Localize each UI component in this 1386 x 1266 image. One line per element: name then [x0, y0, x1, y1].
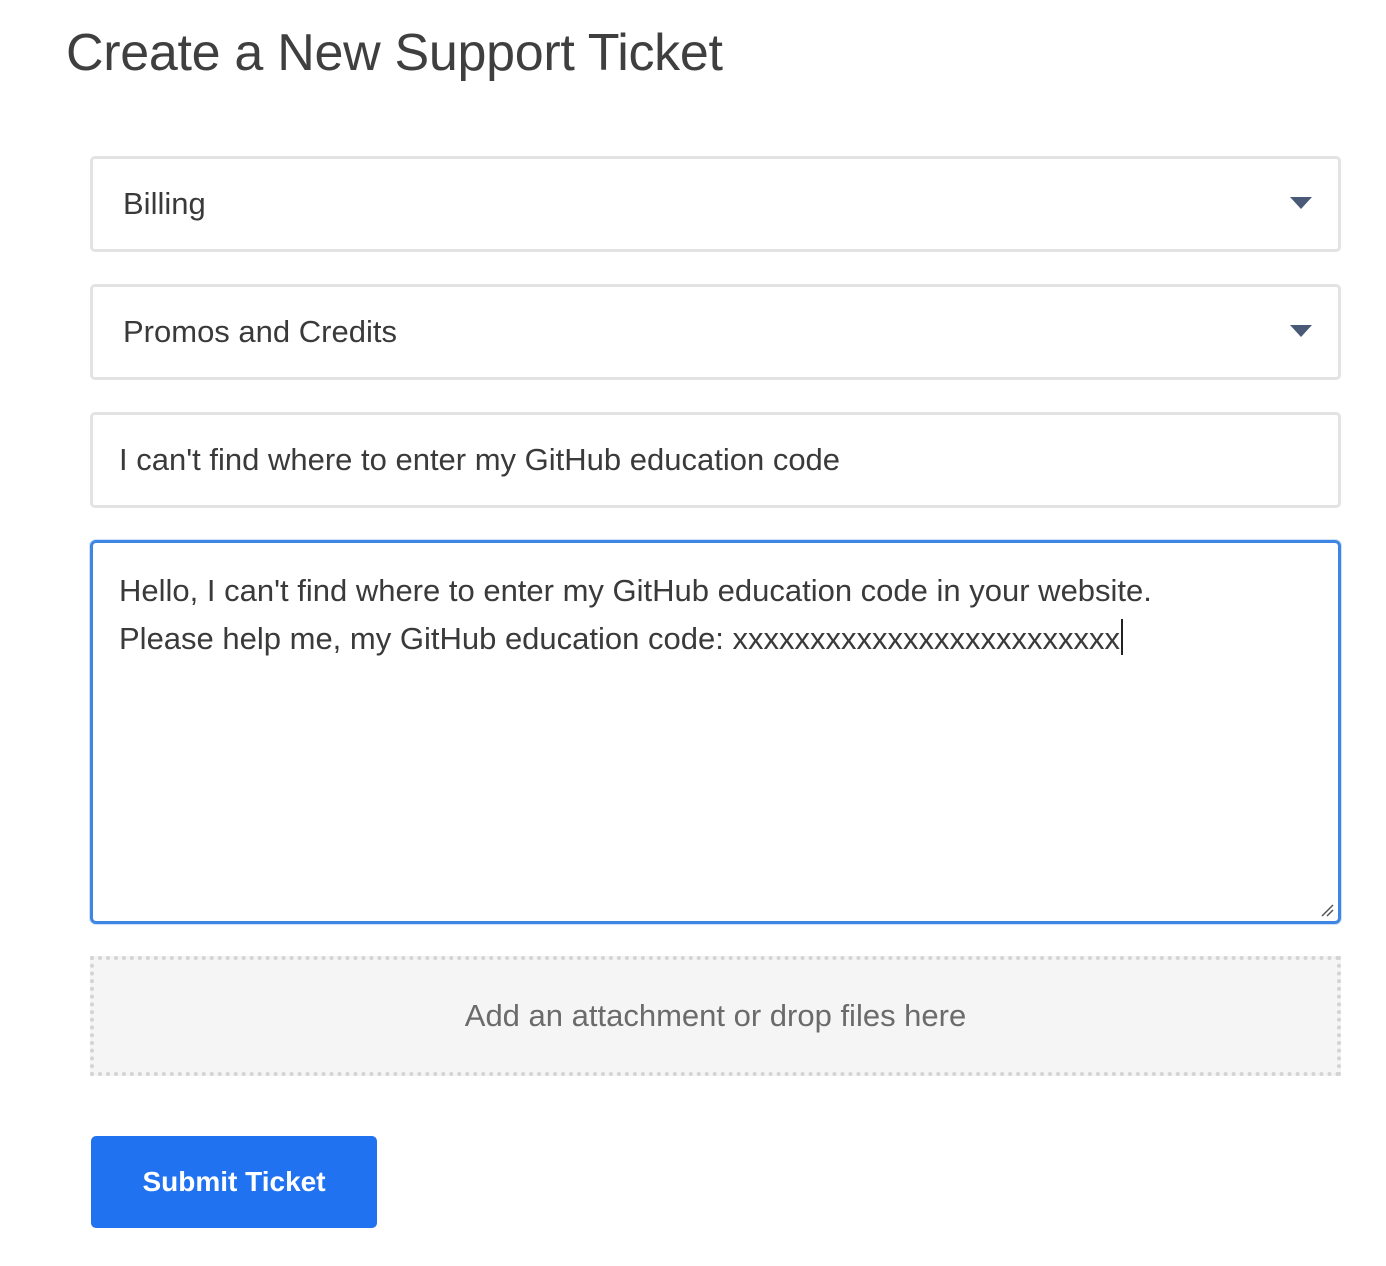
- attachment-dropzone-label: Add an attachment or drop files here: [464, 998, 967, 1033]
- subcategory-select[interactable]: Promos and Credits: [90, 284, 1341, 380]
- subcategory-select-value: Promos and Credits: [123, 314, 397, 349]
- attachment-dropzone[interactable]: Add an attachment or drop files here: [90, 956, 1341, 1076]
- category-select[interactable]: Billing: [90, 156, 1341, 252]
- message-text-content: Hello, I can't find where to enter my Gi…: [119, 573, 1152, 656]
- chevron-down-icon: [1290, 325, 1312, 337]
- submit-ticket-button[interactable]: Submit Ticket: [91, 1136, 377, 1228]
- chevron-down-icon: [1290, 197, 1312, 209]
- category-select-value: Billing: [123, 186, 206, 221]
- message-textarea[interactable]: Hello, I can't find where to enter my Gi…: [90, 540, 1341, 924]
- message-text: Hello, I can't find where to enter my Gi…: [119, 567, 1318, 663]
- page-title: Create a New Support Ticket: [66, 24, 723, 82]
- subject-input[interactable]: [93, 415, 1338, 505]
- text-cursor: [1120, 619, 1123, 655]
- resize-handle-icon[interactable]: [1320, 903, 1334, 917]
- subject-field-wrapper: [90, 412, 1341, 508]
